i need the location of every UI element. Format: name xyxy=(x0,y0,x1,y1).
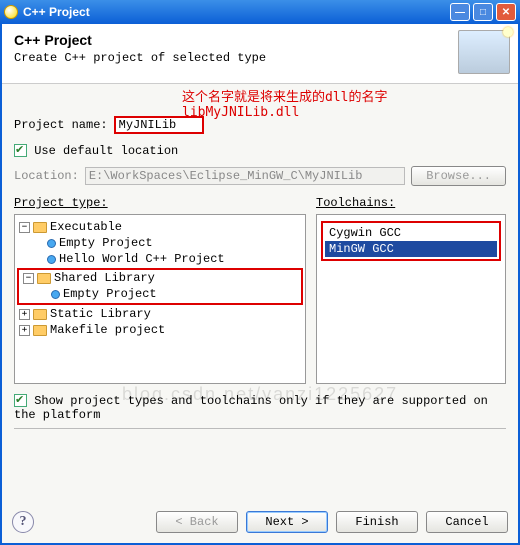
tree-group-executable[interactable]: − Executable xyxy=(17,219,303,235)
toolchain-mingw[interactable]: MinGW GCC xyxy=(325,241,497,257)
location-label: Location: xyxy=(14,169,79,183)
separator xyxy=(14,428,506,429)
expand-icon[interactable]: + xyxy=(19,325,30,336)
banner-new-project-icon xyxy=(458,30,510,74)
folder-icon xyxy=(33,309,47,320)
project-name-label: Project name: xyxy=(14,118,108,132)
toolchains-label: Toolchains: xyxy=(316,196,506,210)
expand-icon[interactable]: + xyxy=(19,309,30,320)
cancel-button[interactable]: Cancel xyxy=(426,511,508,533)
maximize-button[interactable]: □ xyxy=(473,3,493,21)
project-icon xyxy=(47,239,56,248)
minimize-button[interactable]: — xyxy=(450,3,470,21)
next-button[interactable]: Next > xyxy=(246,511,328,533)
folder-icon xyxy=(37,273,51,284)
location-input xyxy=(85,167,405,185)
folder-icon xyxy=(33,222,47,233)
toolchains-list[interactable]: Cygwin GCC MinGW GCC xyxy=(316,214,506,384)
tree-item[interactable]: Empty Project xyxy=(17,235,303,251)
browse-button[interactable]: Browse... xyxy=(411,166,506,186)
show-supported-label: Show project types and toolchains only i… xyxy=(14,394,488,422)
tree-group-shared-library[interactable]: − Shared Library xyxy=(21,270,299,286)
toolchain-cygwin[interactable]: Cygwin GCC xyxy=(325,225,497,241)
collapse-icon[interactable]: − xyxy=(23,273,34,284)
use-default-location-label: Use default location xyxy=(34,144,178,158)
collapse-icon[interactable]: − xyxy=(19,222,30,233)
page-title: C++ Project xyxy=(14,32,506,48)
project-name-input[interactable] xyxy=(114,116,204,134)
back-button[interactable]: < Back xyxy=(156,511,238,533)
page-subtitle: Create C++ project of selected type xyxy=(14,51,506,65)
help-icon[interactable]: ? xyxy=(12,511,34,533)
use-default-location-checkbox[interactable] xyxy=(14,144,27,157)
project-icon xyxy=(51,290,60,299)
project-type-tree[interactable]: − Executable Empty Project Hello World C… xyxy=(14,214,306,384)
app-icon xyxy=(4,5,18,19)
window-title: C++ Project xyxy=(23,5,90,19)
show-supported-checkbox[interactable] xyxy=(14,394,27,407)
tree-group-makefile[interactable]: + Makefile project xyxy=(17,322,303,338)
tree-item-empty-project[interactable]: Empty Project xyxy=(21,286,299,302)
wizard-banner: C++ Project Create C++ project of select… xyxy=(2,24,518,84)
folder-icon xyxy=(33,325,47,336)
tree-item[interactable]: Hello World C++ Project xyxy=(17,251,303,267)
title-bar: C++ Project — □ ✕ xyxy=(0,0,520,24)
project-type-label: Project type: xyxy=(14,196,306,210)
close-button[interactable]: ✕ xyxy=(496,3,516,21)
finish-button[interactable]: Finish xyxy=(336,511,418,533)
project-icon xyxy=(47,255,56,264)
tree-group-static-library[interactable]: + Static Library xyxy=(17,306,303,322)
